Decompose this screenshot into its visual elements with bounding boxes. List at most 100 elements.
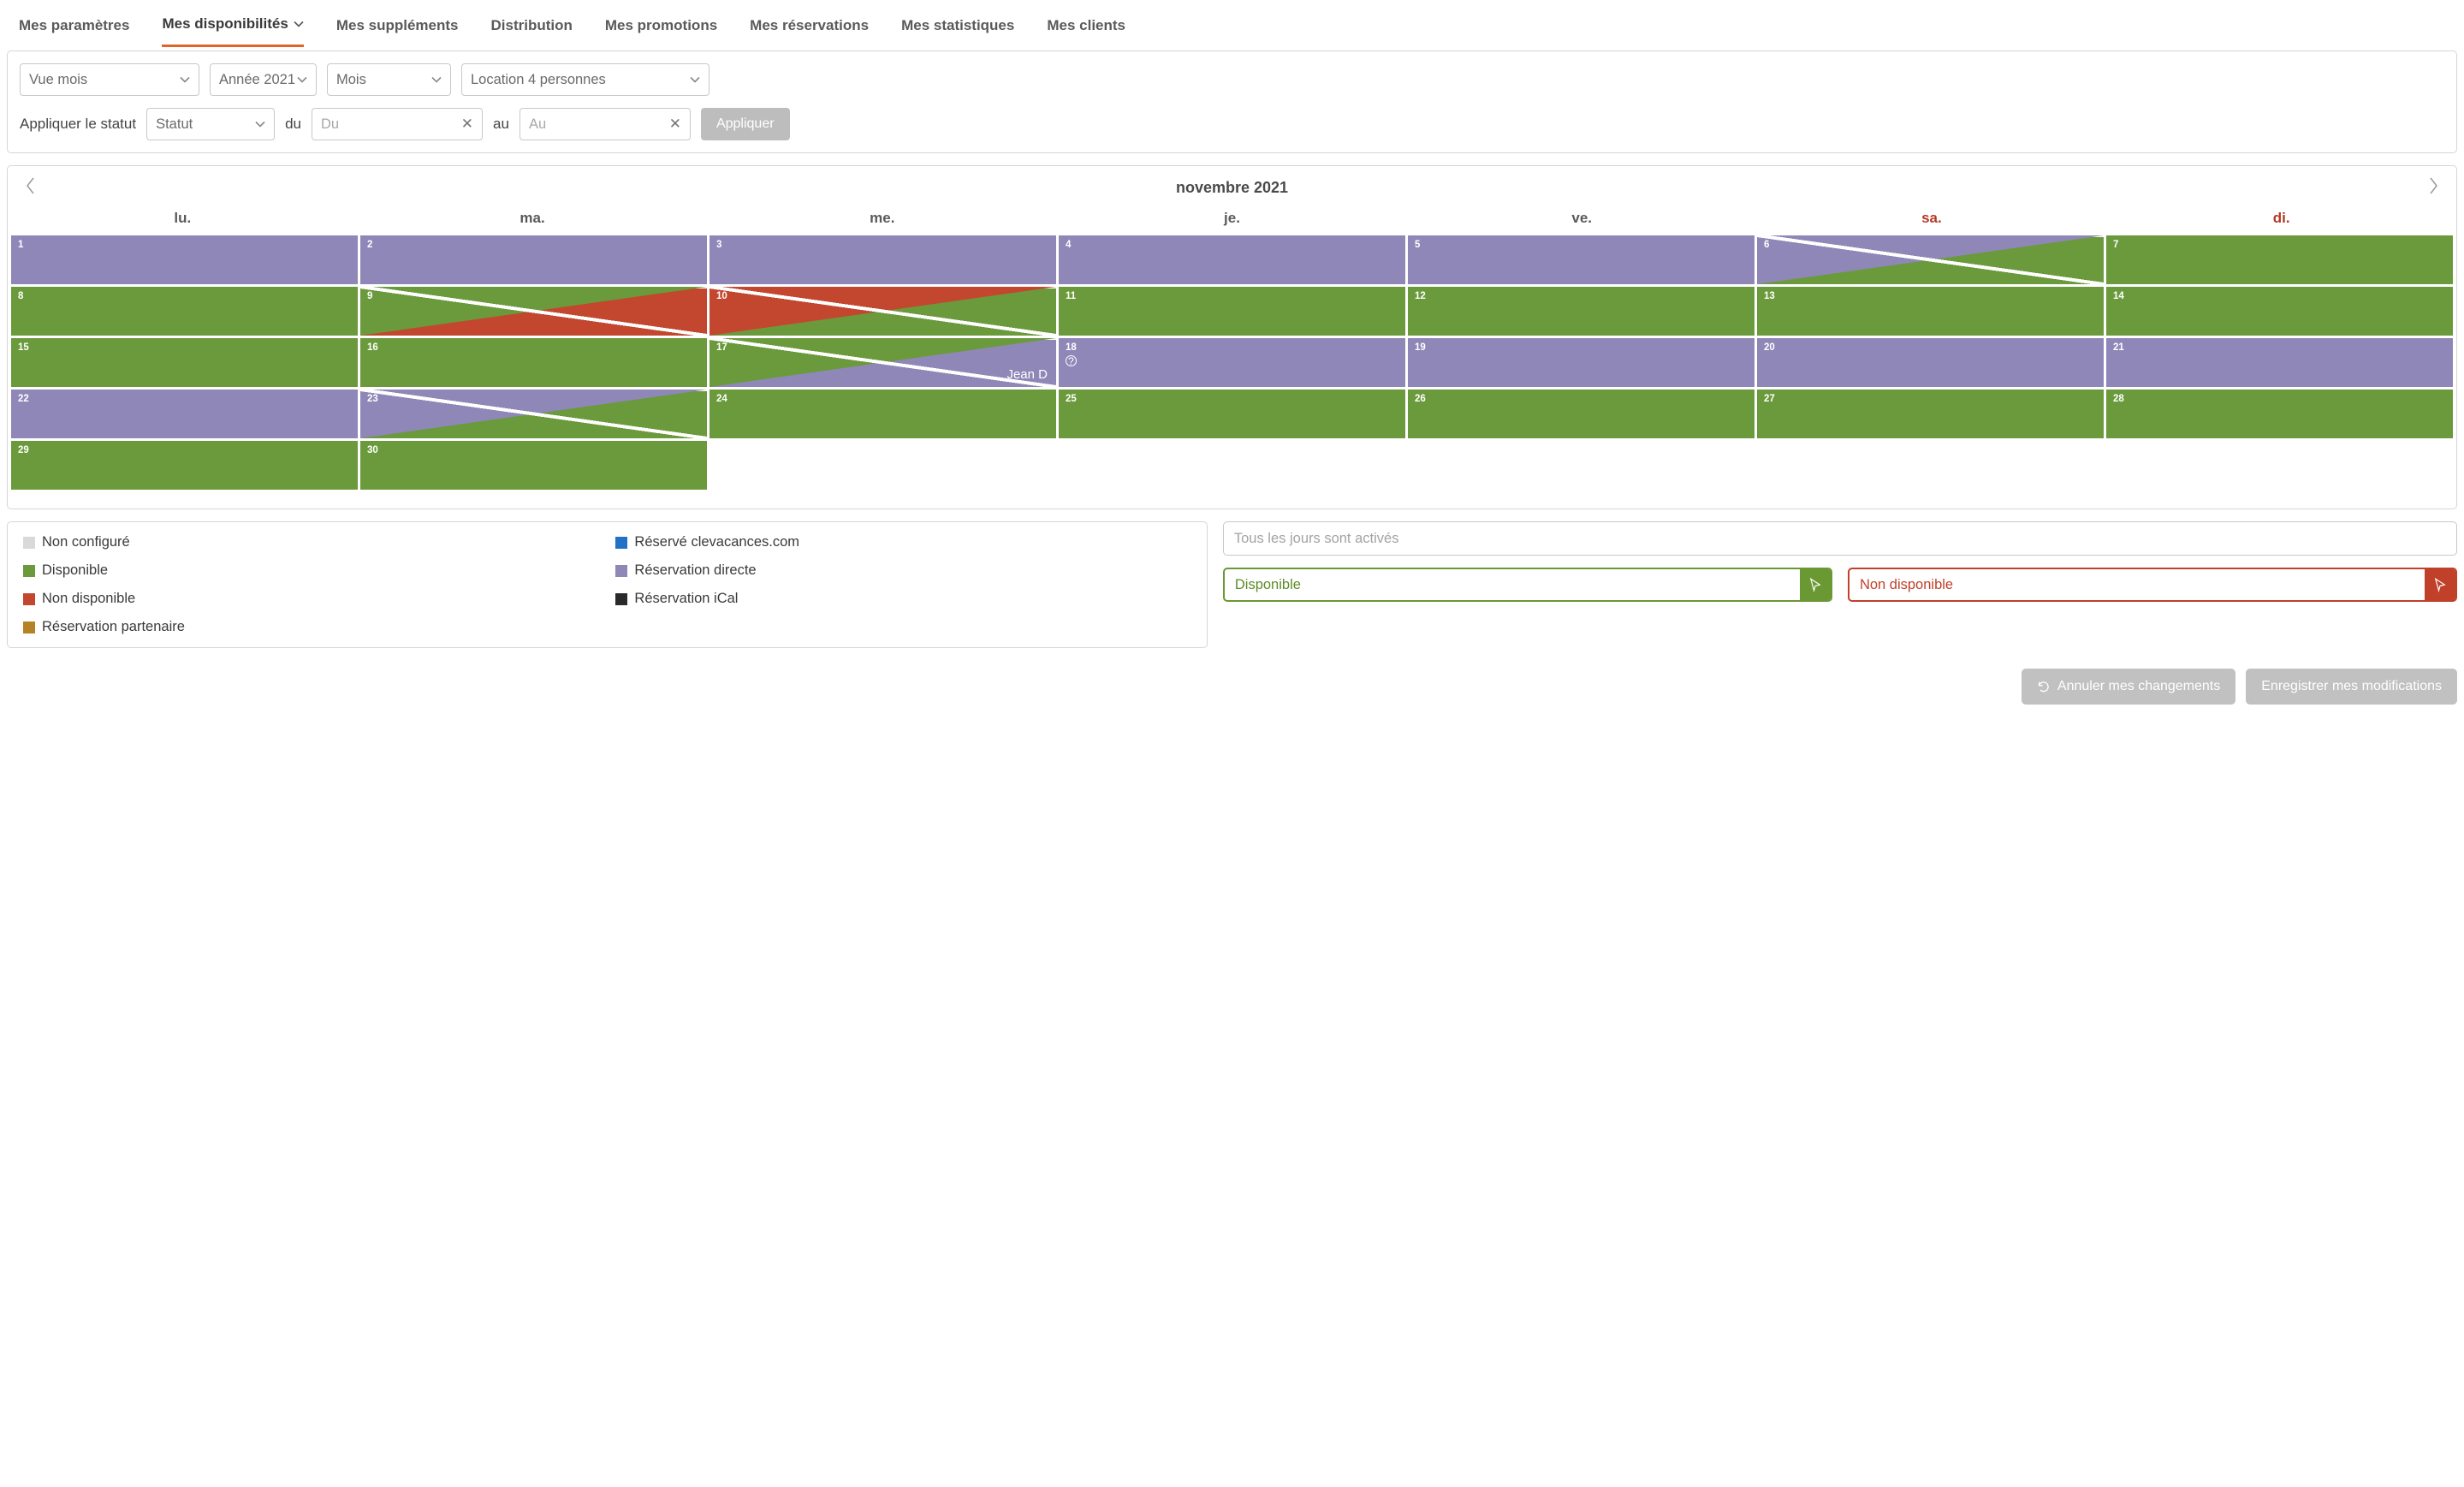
day-number: 25 [1066, 394, 1077, 404]
calendar-cell[interactable]: 5 [1408, 235, 1754, 284]
calendar-cell[interactable]: 30 [360, 441, 707, 490]
month-select[interactable]: Mois [327, 63, 451, 96]
calendar-cell[interactable]: 24 [710, 390, 1056, 438]
day-number: 27 [1764, 394, 1775, 404]
set-available-button[interactable]: Disponible [1223, 568, 1832, 602]
set-unavailable-label: Non disponible [1849, 569, 2425, 600]
calendar-cell[interactable]: 20 [1757, 338, 2104, 387]
day-number: 28 [2113, 394, 2124, 404]
day-number: 20 [1764, 342, 1775, 353]
next-month-button[interactable] [2427, 176, 2439, 199]
save-changes-label: Enregistrer mes modifications [2261, 679, 2442, 694]
dow-label: me. [707, 210, 1057, 227]
cursor-icon [2425, 569, 2455, 600]
calendar-cell[interactable]: 27 [1757, 390, 2104, 438]
location-select[interactable]: Location 4 personnes [461, 63, 710, 96]
cancel-changes-button[interactable]: Annuler mes changements [2022, 669, 2235, 705]
tab-bar: Mes paramètres Mes disponibilités Mes su… [7, 0, 2457, 47]
day-number: 5 [1415, 240, 1420, 250]
calendar-cell[interactable]: 1 [11, 235, 358, 284]
chevron-down-icon [180, 74, 190, 85]
info-icon[interactable]: ? [1066, 355, 1077, 366]
calendar-cell[interactable]: 4 [1059, 235, 1405, 284]
day-number: 6 [1764, 240, 1769, 250]
tab-disponibilites[interactable]: Mes disponibilités [162, 15, 303, 47]
calendar-cell[interactable]: 13 [1757, 287, 2104, 336]
tab-parametres[interactable]: Mes paramètres [19, 15, 129, 47]
tab-clients[interactable]: Mes clients [1047, 15, 1125, 47]
year-select[interactable]: Année 2021 [210, 63, 317, 96]
legend-notconf: Non configuré [23, 534, 598, 550]
calendar-cell[interactable]: 28 [2106, 390, 2453, 438]
tab-reservations[interactable]: Mes réservations [750, 15, 869, 47]
calendar-cell[interactable]: 8 [11, 287, 358, 336]
apply-status-label: Appliquer le statut [20, 116, 136, 133]
prev-month-button[interactable] [25, 176, 37, 199]
swatch-ical [615, 593, 627, 605]
tab-distribution[interactable]: Distribution [490, 15, 572, 47]
calendar-cell[interactable]: 16 [360, 338, 707, 387]
set-available-label: Disponible [1225, 569, 1800, 600]
legend-direct: Réservation directe [615, 562, 1190, 579]
legend-avail: Disponible [23, 562, 598, 579]
calendar-cell[interactable]: 2 [360, 235, 707, 284]
calendar-cell[interactable]: 25 [1059, 390, 1405, 438]
calendar-cell[interactable]: 22 [11, 390, 358, 438]
tab-statistiques[interactable]: Mes statistiques [901, 15, 1014, 47]
apply-button[interactable]: Appliquer [701, 108, 790, 140]
day-number: 17 [716, 342, 727, 353]
calendar-cell[interactable]: 29 [11, 441, 358, 490]
calendar-cell[interactable]: 6 [1757, 235, 2104, 284]
day-number: 19 [1415, 342, 1426, 353]
calendar-cell[interactable]: 19 [1408, 338, 1754, 387]
view-select-value: Vue mois [29, 72, 87, 88]
chevron-down-icon [297, 74, 307, 85]
save-changes-button[interactable]: Enregistrer mes modifications [2246, 669, 2457, 705]
tab-supplements[interactable]: Mes suppléments [336, 15, 459, 47]
calendar-cell[interactable]: 26 [1408, 390, 1754, 438]
day-number: 30 [367, 445, 378, 455]
swatch-unavail [23, 593, 35, 605]
cancel-changes-label: Annuler mes changements [2057, 679, 2220, 694]
day-number: 22 [18, 394, 29, 404]
swatch-notconf [23, 537, 35, 549]
calendar-cell[interactable]: 18? [1059, 338, 1405, 387]
legend-ical: Réservation iCal [615, 591, 1190, 607]
day-number: 15 [18, 342, 29, 353]
legend-clev: Réservé clevacances.com [615, 534, 1190, 550]
calendar-cell[interactable]: 11 [1059, 287, 1405, 336]
dow-label: je. [1057, 210, 1407, 227]
calendar-cell[interactable]: 3 [710, 235, 1056, 284]
status-select[interactable]: Statut [146, 108, 275, 140]
date-to-input[interactable]: Au ✕ [520, 108, 691, 140]
day-number: 10 [716, 291, 727, 301]
calendar-cell[interactable]: 21 [2106, 338, 2453, 387]
calendar-panel: novembre 2021 lu.ma.me.je.ve.sa.di. 1234… [7, 165, 2457, 509]
date-from-input[interactable]: Du ✕ [312, 108, 483, 140]
chevron-right-icon [2427, 176, 2439, 195]
day-number: 13 [1764, 291, 1775, 301]
booking-label: Jean D [1006, 367, 1048, 382]
day-number: 8 [18, 291, 23, 301]
calendar-cell[interactable]: 10 [710, 287, 1056, 336]
view-select[interactable]: Vue mois [20, 63, 199, 96]
tab-promotions[interactable]: Mes promotions [605, 15, 717, 47]
day-number: 26 [1415, 394, 1426, 404]
calendar-cell[interactable]: 15 [11, 338, 358, 387]
set-unavailable-button[interactable]: Non disponible [1848, 568, 2457, 602]
days-input[interactable]: Tous les jours sont activés [1223, 521, 2457, 556]
clear-to-icon[interactable]: ✕ [669, 116, 681, 133]
calendar-cell[interactable]: 7 [2106, 235, 2453, 284]
dow-label: ma. [358, 210, 708, 227]
undo-icon [2037, 680, 2051, 693]
calendar-cell[interactable]: 23 [360, 390, 707, 438]
calendar-cell[interactable]: 17 Jean D [710, 338, 1056, 387]
day-number: 9 [367, 291, 372, 301]
calendar-cell[interactable]: 12 [1408, 287, 1754, 336]
clear-from-icon[interactable]: ✕ [461, 116, 473, 133]
chevron-down-icon [690, 74, 700, 85]
calendar-cell[interactable]: 9 [360, 287, 707, 336]
calendar-grid: 1234567891011121314151617Jean D18?192021… [8, 235, 2456, 490]
calendar-cell[interactable]: 14 [2106, 287, 2453, 336]
filter-panel: Vue mois Année 2021 Mois Location 4 pers… [7, 51, 2457, 153]
